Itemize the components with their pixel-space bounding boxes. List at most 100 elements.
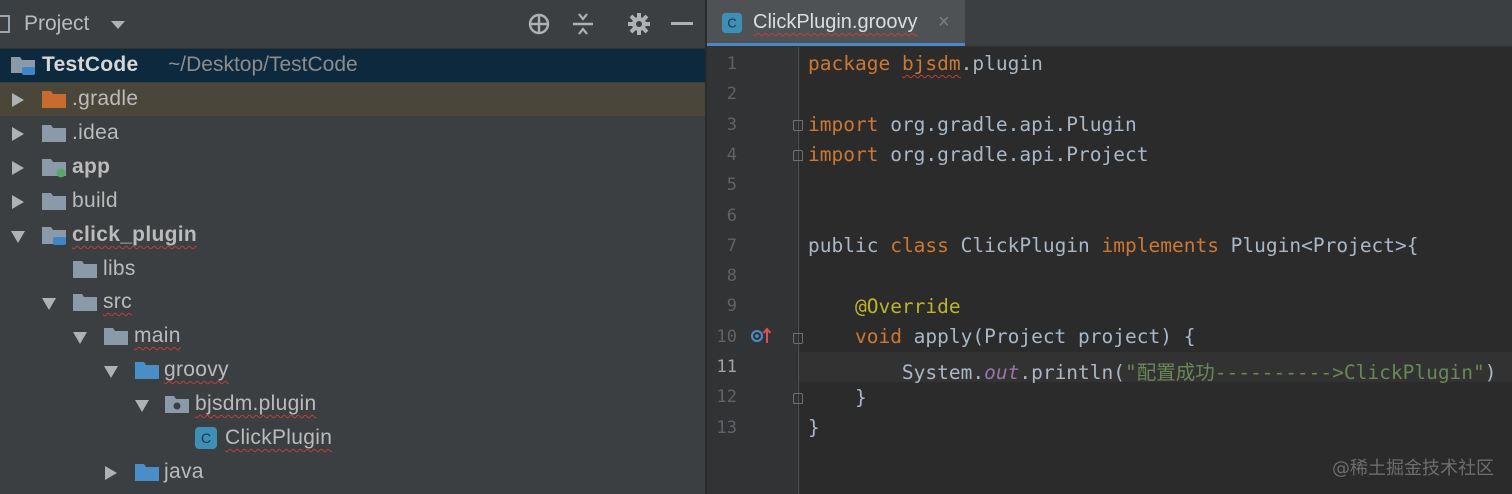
code-text: .plugin <box>960 52 1043 75</box>
folder-icon <box>73 294 97 311</box>
locate-icon[interactable] <box>527 12 551 36</box>
module-folder-icon <box>42 227 66 245</box>
line-number: 9 <box>726 296 737 317</box>
fold-marker-icon[interactable] <box>793 150 803 161</box>
chevron-down-icon[interactable] <box>42 298 56 310</box>
line-number: 10 <box>716 326 737 347</box>
tree-item-build[interactable]: build <box>0 185 705 218</box>
folder-icon <box>42 125 66 142</box>
collapse-all-icon[interactable] <box>571 12 595 36</box>
package-icon <box>165 396 189 413</box>
fold-marker-icon[interactable] <box>793 393 803 404</box>
gutter-separator <box>798 47 799 494</box>
chevron-right-icon[interactable] <box>12 127 24 141</box>
fold-marker-icon[interactable] <box>793 120 803 131</box>
fold-marker-icon[interactable] <box>793 333 803 344</box>
tab-clickplugin-groovy[interactable]: C ClickPlugin.groovy × <box>707 0 965 46</box>
tree-item-label: build <box>72 189 118 212</box>
code-line-1[interactable]: package bjsdm.plugin <box>808 52 1043 75</box>
svg-text:C: C <box>201 430 211 446</box>
folder-orange-icon <box>42 91 66 108</box>
code-line-13[interactable]: } <box>808 416 820 439</box>
close-icon[interactable]: × <box>938 11 950 34</box>
line-number: 4 <box>726 144 737 165</box>
keyword: implements <box>1101 234 1219 257</box>
tree-item-groovy[interactable]: groovy <box>0 354 705 387</box>
tree-root[interactable]: TestCode ~/Desktop/TestCode <box>0 49 705 82</box>
field: out <box>984 361 1020 384</box>
code-line-9[interactable]: @Override <box>808 295 961 318</box>
tree-item-clickplugin-file[interactable]: C ClickPlugin <box>0 422 705 455</box>
code-text: apply(Project project) { <box>901 325 1196 348</box>
chevron-right-icon[interactable] <box>12 93 24 107</box>
chevron-down-icon[interactable] <box>135 400 149 412</box>
tree-item-label: main <box>134 324 181 347</box>
tree-item-label: .gradle <box>72 87 139 110</box>
line-number: 5 <box>726 175 737 196</box>
chevron-right-icon[interactable] <box>12 161 24 175</box>
line-number: 3 <box>726 114 737 135</box>
line-number: 12 <box>716 387 737 408</box>
editor: C ClickPlugin.groovy × 1 2 3 4 5 6 7 8 9 10 11 12 13… <box>707 0 1512 494</box>
root-name: TestCode <box>42 53 139 76</box>
watermark: @稀土掘金技术社区 <box>1332 458 1494 479</box>
code-text: .println( <box>1019 361 1126 384</box>
tree-item-src[interactable]: src <box>0 286 705 319</box>
root-path: ~/Desktop/TestCode <box>168 53 358 76</box>
folder-icon <box>73 261 97 278</box>
minimize-icon[interactable] <box>671 22 693 25</box>
tree-item-label: bjsdm.plugin <box>195 392 317 415</box>
keyword: void <box>854 325 902 348</box>
tree-item-label: app <box>72 155 111 178</box>
code-line-7[interactable]: public class ClickPlugin implements Plug… <box>808 234 1419 257</box>
line-number: 6 <box>726 205 737 226</box>
override-method-icon[interactable] <box>750 327 772 345</box>
code-line-4[interactable]: import org.gradle.api.Project <box>808 143 1148 166</box>
tree-item-main[interactable]: main <box>0 320 705 353</box>
line-number: 7 <box>726 235 737 256</box>
project-toolbar: Project <box>0 0 705 49</box>
code-line-10[interactable]: void apply(Project project) { <box>808 325 1195 348</box>
line-number: 11 <box>716 357 737 377</box>
tree-item-label: java <box>164 460 204 483</box>
code-text: } <box>854 386 867 409</box>
tree-item-app[interactable]: app <box>0 151 705 184</box>
line-number: 8 <box>726 266 737 287</box>
code-text: ) <box>1484 361 1497 384</box>
code-line-12[interactable]: } <box>808 386 867 409</box>
groovy-class-icon: C <box>721 12 743 34</box>
module-folder-icon <box>11 57 35 75</box>
annotation: @Override <box>854 295 961 318</box>
code-line-11[interactable]: System.out.println("配置成功---------->Click… <box>808 356 1497 385</box>
chevron-down-icon[interactable] <box>104 366 118 378</box>
module-folder-icon <box>42 159 66 178</box>
panel-window-icon <box>0 15 10 33</box>
code-line-3[interactable]: import org.gradle.api.Plugin <box>808 113 1137 136</box>
line-number: 13 <box>716 417 737 438</box>
keyword: import <box>808 113 879 136</box>
package-name: bjsdm <box>901 52 961 75</box>
keyword: package <box>808 52 891 75</box>
project-view-selector[interactable]: Project <box>24 12 89 36</box>
chevron-down-icon[interactable] <box>111 21 125 29</box>
folder-icon <box>104 328 128 345</box>
keyword: class <box>890 234 949 257</box>
chevron-right-icon[interactable] <box>12 195 24 209</box>
tree-item-package[interactable]: bjsdm.plugin <box>0 388 705 421</box>
tree-item-label: click_plugin <box>72 223 197 246</box>
gear-icon[interactable] <box>627 12 651 36</box>
chevron-right-icon[interactable] <box>105 466 117 480</box>
code-text: System. <box>901 361 985 384</box>
tree-item-idea[interactable]: .idea <box>0 117 705 150</box>
groovy-class-icon: C <box>195 427 217 449</box>
chevron-down-icon[interactable] <box>73 332 87 344</box>
tree-item-libs[interactable]: libs <box>0 253 705 286</box>
tree-item-gradle[interactable]: .gradle <box>0 83 705 116</box>
code-text: } <box>808 416 820 439</box>
chevron-down-icon[interactable] <box>11 231 25 243</box>
tree-item-java[interactable]: java <box>0 456 705 489</box>
tree-item-label: src <box>103 290 132 313</box>
source-folder-icon <box>135 464 159 481</box>
tree-item-click-plugin[interactable]: click_plugin <box>0 219 705 252</box>
svg-text:C: C <box>727 16 736 31</box>
